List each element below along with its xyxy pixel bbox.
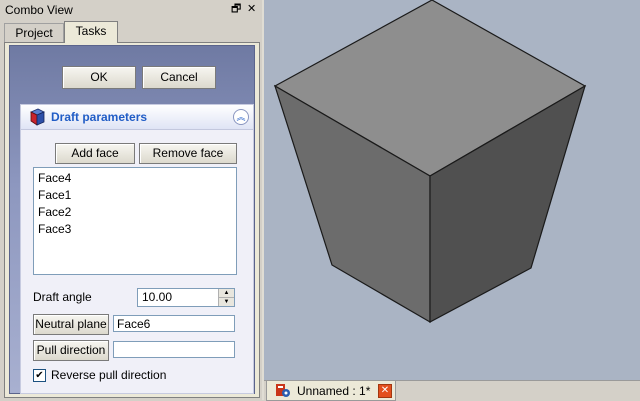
document-tab-bar: Unnamed : 1* ✕ (264, 380, 640, 401)
checkmark-icon: ✔ (35, 370, 44, 381)
face-list[interactable]: Face4 Face1 Face2 Face3 (33, 167, 237, 275)
float-icon[interactable]: 🗗 (231, 3, 241, 15)
combo-view-panel: Combo View 🗗 ✕ Project Tasks OK Cancel D… (0, 0, 262, 400)
ok-button[interactable]: OK (62, 66, 136, 89)
draft-angle-value[interactable]: 10.00 (142, 290, 172, 304)
combo-view-title: Combo View (5, 3, 73, 17)
spin-down-icon[interactable]: ▼ (219, 297, 234, 306)
tab-tasks[interactable]: Tasks (64, 21, 118, 43)
document-tab[interactable]: Unnamed : 1* ✕ (266, 381, 396, 401)
draft-angle-label: Draft angle (33, 290, 92, 304)
cube-model[interactable] (264, 0, 640, 380)
combo-tabs: Project Tasks (4, 21, 258, 43)
list-item-face[interactable]: Face4 (38, 171, 71, 185)
add-face-button[interactable]: Add face (55, 143, 135, 164)
remove-face-button[interactable]: Remove face (139, 143, 237, 164)
list-item-face[interactable]: Face2 (38, 205, 71, 219)
task-background: OK Cancel Draft parameters ︽ Add face Re… (9, 45, 255, 394)
3d-view[interactable] (264, 0, 640, 380)
draft-parameters-title: Draft parameters (51, 110, 148, 124)
freecad-document-icon (276, 384, 290, 397)
draft-parameters-box: Draft parameters ︽ Add face Remove face … (20, 104, 254, 394)
cancel-button[interactable]: Cancel (142, 66, 216, 89)
reverse-pull-checkbox[interactable]: ✔ (33, 369, 46, 382)
list-item-face[interactable]: Face3 (38, 222, 71, 236)
draft-angle-spinbox[interactable]: 10.00 ▲ ▼ (137, 288, 235, 307)
neutral-plane-field[interactable]: Face6 (113, 315, 235, 332)
list-item-face[interactable]: Face1 (38, 188, 71, 202)
close-icon[interactable]: ✕ (247, 3, 256, 15)
tab-close-icon[interactable]: ✕ (378, 384, 392, 398)
reverse-pull-label[interactable]: Reverse pull direction (51, 368, 166, 382)
neutral-plane-button[interactable]: Neutral plane (33, 314, 109, 335)
spin-arrows[interactable]: ▲ ▼ (218, 289, 234, 306)
cube-icon (30, 108, 45, 126)
tab-project[interactable]: Project (4, 23, 64, 43)
combo-view-titlebar: Combo View 🗗 ✕ (0, 0, 262, 20)
tasks-panel: OK Cancel Draft parameters ︽ Add face Re… (4, 42, 260, 398)
draft-parameters-header[interactable]: Draft parameters ︽ (21, 105, 253, 130)
document-tab-label[interactable]: Unnamed : 1* (297, 384, 370, 398)
spin-up-icon[interactable]: ▲ (219, 289, 234, 297)
pull-direction-button[interactable]: Pull direction (33, 340, 109, 361)
collapse-icon[interactable]: ︽ (233, 109, 249, 125)
pull-direction-field[interactable] (113, 341, 235, 358)
